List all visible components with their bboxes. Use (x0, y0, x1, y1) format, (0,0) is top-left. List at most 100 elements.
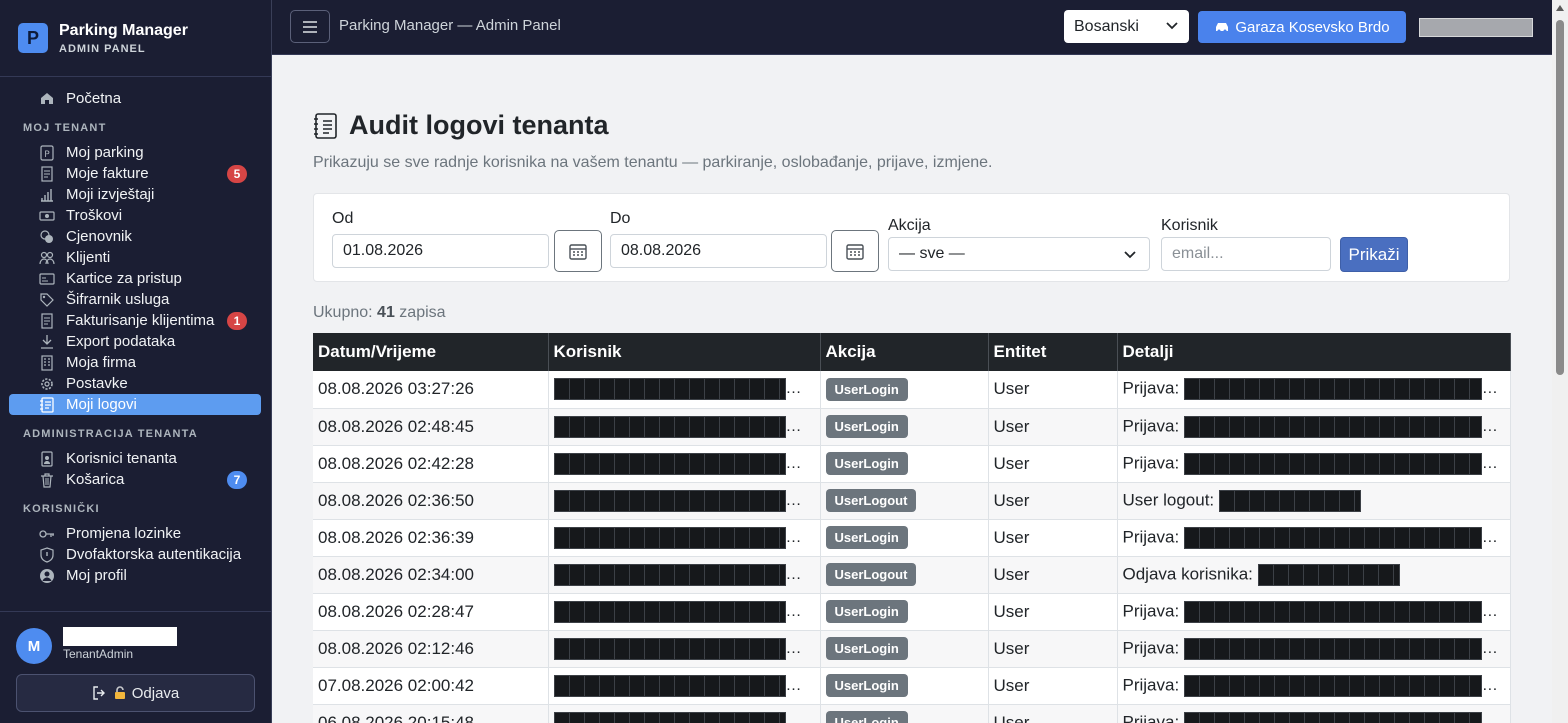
sidebar-item-moje-fakture[interactable]: Moje fakture 5 (9, 163, 261, 184)
sidebar-item-promjena-lozinke[interactable]: Promjena lozinke (9, 523, 261, 544)
redacted-text (1183, 526, 1482, 549)
sidebar-icon-wrap (37, 354, 57, 371)
table-body: 08.08.2026 03:27:26… UserLogin User Prijava… (313, 371, 1511, 723)
redacted-text (1183, 415, 1482, 438)
brand-title: Parking Manager (59, 22, 188, 39)
sidebar-item-cjenovnik[interactable]: Cjenovnik (9, 226, 261, 247)
garage-switch-button[interactable]: Garaza Kosevsko Brdo (1198, 11, 1406, 43)
table-row[interactable]: 08.08.2026 02:36:39 … UserLogin User Prijava… (313, 519, 1511, 557)
table-row[interactable]: 08.08.2026 02:28:47 … UserLogin User Prijava… (313, 593, 1511, 631)
sidebar-item-po-etna[interactable]: Početna (9, 87, 261, 109)
table-row[interactable]: 08.08.2026 02:42:28 … UserLogin User Prijava… (313, 445, 1511, 483)
cell-entity: User (988, 630, 1118, 668)
column-header[interactable]: Korisnik (548, 333, 821, 371)
table-row[interactable]: 08.08.2026 02:34:00 … UserLogout User Odjava… (313, 556, 1511, 594)
sidebar-icon-wrap (37, 334, 57, 350)
table-row[interactable]: 08.08.2026 02:12:46 … UserLogin User Prijava… (313, 630, 1511, 668)
sidebar-item-fakturisanje-klijentima[interactable]: Fakturisanje klijentima 1 (9, 310, 261, 331)
brand[interactable]: P Parking Manager ADMIN PANEL (0, 0, 271, 77)
detail-prefix: Prijava: (1122, 526, 1184, 546)
sidebar-item-label: Korisnici tenanta (66, 450, 177, 467)
to-calendar-button[interactable] (831, 230, 879, 272)
redacted-text (553, 452, 786, 475)
sidebar-section-heading: ADMINISTRACIJA TENANTA (23, 428, 198, 440)
redacted-text (553, 711, 786, 723)
sidebar-item--ifrarnik-usluga[interactable]: Šifrarnik usluga (9, 289, 261, 310)
table-row[interactable]: 06.08.2026 20:15:48… UserLogin User Prijava… (313, 704, 1511, 723)
cell-entity: User (988, 519, 1118, 557)
action-select[interactable]: — sve — (888, 237, 1150, 271)
calendar-icon (846, 244, 864, 260)
page-scrollbar[interactable] (1552, 0, 1568, 723)
sidebar-item-tro-kovi[interactable]: Troškovi (9, 205, 261, 226)
sidebar-item-moja-firma[interactable]: Moja firma (9, 352, 261, 373)
cell-user: … (548, 519, 821, 557)
download-icon (41, 334, 53, 349)
action-badge: UserLogin (825, 526, 908, 549)
sidebar-item-moj-profil[interactable]: Moj profil (9, 565, 261, 586)
sidebar-item-klijenti[interactable]: Klijenti (9, 247, 261, 268)
show-button[interactable]: Prikaži (1340, 237, 1408, 272)
ellipsis: … (785, 602, 802, 620)
language-select[interactable]: Bosanski (1064, 10, 1189, 43)
sidebar-icon-wrap (37, 292, 57, 308)
sidebar-item-moji-logovi[interactable]: Moji logovi (9, 394, 261, 415)
sidebar-icon-wrap (37, 187, 57, 203)
sidebar-item-label: Promjena lozinke (66, 525, 182, 542)
from-calendar-button[interactable] (554, 230, 602, 272)
avatar[interactable]: M (16, 628, 52, 664)
count-badge: 1 (227, 312, 247, 330)
cell-details: Prijava: … (1117, 630, 1511, 668)
to-date-input[interactable]: 08.08.2026 (610, 234, 827, 268)
sidebar-item-moji-izvje-taji[interactable]: Moji izvještaji (9, 184, 261, 205)
table-row[interactable]: 08.08.2026 02:36:50 … UserLogout User User l… (313, 482, 1511, 520)
ellipsis: … (1481, 454, 1498, 472)
sidebar-item-dvofaktorska-autentikacija[interactable]: Dvofaktorska autentikacija (9, 544, 261, 565)
tags-icon (40, 292, 54, 307)
cell-user: … (548, 630, 821, 668)
cell-user: … (548, 482, 821, 520)
cell-datetime: 08.08.2026 02:28:47 (313, 593, 549, 631)
cell-action: UserLogin (820, 704, 989, 723)
shield-icon (40, 546, 54, 563)
sidebar-item-korisnici-tenanta[interactable]: Korisnici tenanta (9, 448, 261, 469)
sidebar-item-moj-parking[interactable]: P Moj parking (9, 142, 261, 163)
redacted-text (553, 415, 786, 438)
chevron-down-icon (1124, 251, 1136, 259)
sidebar-icon-wrap: P (37, 144, 57, 161)
column-header[interactable]: Datum/Vrijeme (313, 333, 549, 371)
table-row[interactable]: 08.08.2026 02:48:45 … UserLogin User Prijava… (313, 408, 1511, 446)
cell-details: Prijava: … (1117, 667, 1511, 705)
cell-action: UserLogin (820, 371, 989, 409)
sidebar-item-export-podataka[interactable]: Export podataka (9, 331, 261, 352)
table-row[interactable]: 07.08.2026 02:00:42 … UserLogin User Prijava… (313, 667, 1511, 705)
logout-button[interactable]: Odjava (16, 674, 255, 712)
scroll-up-arrow[interactable] (1556, 5, 1564, 11)
menu-toggle-button[interactable] (290, 10, 330, 43)
user-email-input[interactable]: email... (1161, 237, 1331, 271)
redacted-text (1183, 637, 1482, 660)
sidebar-item-label: Moj profil (66, 567, 127, 584)
column-header[interactable]: Detalji (1117, 333, 1511, 371)
ellipsis: … (785, 713, 802, 723)
bar-chart-icon (41, 188, 53, 202)
coins-icon (40, 229, 53, 243)
cell-datetime: 08.08.2026 02:12:46 (313, 630, 549, 668)
garage-label: Garaza Kosevsko Brdo (1235, 18, 1390, 36)
cell-action: UserLogin (820, 667, 989, 705)
detail-prefix: Prijava: (1122, 600, 1184, 620)
audit-table: Datum/Vrijeme Korisnik Akcija Entitet Detalj… (313, 333, 1511, 723)
from-date-input[interactable]: 01.08.2026 (332, 234, 549, 268)
ellipsis: … (1481, 713, 1498, 723)
house-icon (41, 93, 53, 104)
scrollbar-thumb[interactable] (1556, 20, 1564, 375)
sidebar-item-ko-arica[interactable]: Košarica 7 (9, 469, 261, 490)
cell-datetime: 08.08.2026 02:48:45 (313, 408, 549, 446)
sidebar-item-postavke[interactable]: Postavke (9, 373, 261, 394)
column-header[interactable]: Entitet (988, 333, 1118, 371)
column-header[interactable]: Akcija (820, 333, 989, 371)
table-row[interactable]: 08.08.2026 03:27:26 … UserLogin User Prijava… (313, 371, 1511, 409)
action-badge: UserLogout (825, 563, 917, 586)
sidebar-item-kartice-za-pristup[interactable]: Kartice za pristup (9, 268, 261, 289)
redacted-text (1257, 563, 1400, 586)
